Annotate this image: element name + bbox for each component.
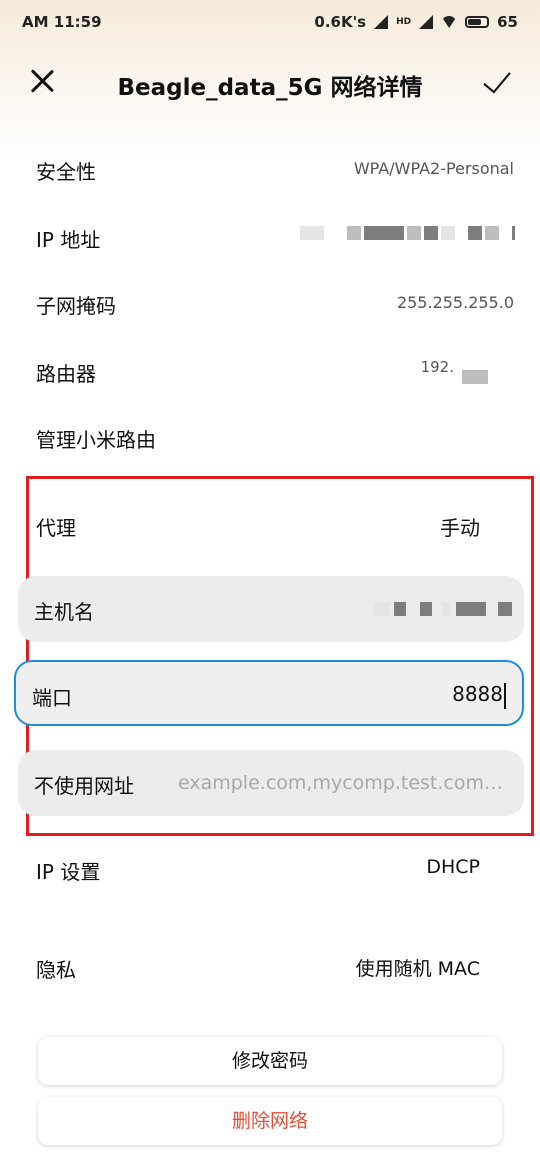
privacy-row[interactable]: 隐私 使用随机 MAC: [0, 948, 540, 988]
wifi-icon: [441, 16, 458, 28]
page-title: Beagle_data_5G 网络详情: [117, 75, 423, 101]
proxy-hostname-field[interactable]: 主机名: [18, 576, 524, 642]
status-time: AM 11:59: [22, 13, 102, 31]
port-label: 端口: [32, 686, 72, 710]
status-indicators: 0.6K's HD 65: [314, 13, 518, 31]
confirm-check-icon[interactable]: [482, 66, 514, 98]
battery-level: 65: [497, 13, 518, 31]
delete-network-button[interactable]: 删除网络: [38, 1097, 502, 1145]
manage-router-row[interactable]: 管理小米路由: [0, 418, 540, 458]
ip-address-redacted: [300, 226, 515, 240]
port-value-wrap: 8888: [452, 682, 506, 709]
title-bar: Beagle_data_5G 网络详情: [0, 54, 540, 114]
modify-password-button[interactable]: 修改密码: [38, 1037, 502, 1085]
privacy-label: 隐私: [36, 958, 76, 982]
proxy-mode-value[interactable]: 手动: [440, 512, 480, 541]
ip-address-row: IP 地址: [0, 218, 540, 258]
subnet-mask-value: 255.255.255.0: [396, 293, 514, 312]
router-value: 192.: [420, 358, 454, 376]
security-label: 安全性: [36, 160, 96, 184]
subnet-mask-row: 子网掩码 255.255.255.0: [0, 284, 540, 324]
bypass-placeholder: example.com,mycomp.test.com,localhost: [178, 772, 508, 794]
proxy-bypass-field[interactable]: 不使用网址 example.com,mycomp.test.com,localh…: [18, 750, 524, 816]
text-cursor: [504, 682, 506, 709]
ip-settings-label: IP 设置: [36, 860, 101, 884]
hd-icon: HD: [396, 17, 412, 27]
ip-settings-value: DHCP: [426, 856, 480, 878]
battery-icon: [465, 16, 490, 28]
signal-icon: [374, 15, 389, 29]
ip-address-label: IP 地址: [36, 228, 101, 252]
manage-router-label: 管理小米路由: [36, 428, 156, 452]
port-value: 8888: [452, 682, 503, 706]
signal-icon-2: [419, 15, 434, 29]
router-label: 路由器: [36, 362, 96, 386]
proxy-port-field[interactable]: 端口 8888: [14, 660, 524, 726]
hostname-label: 主机名: [34, 600, 94, 624]
security-value: WPA/WPA2-Personal: [353, 159, 514, 178]
status-bar: AM 11:59 0.6K's HD 65: [0, 0, 540, 44]
hostname-redacted: [374, 602, 512, 616]
network-speed: 0.6K's: [314, 13, 367, 31]
ip-settings-row[interactable]: IP 设置 DHCP: [0, 850, 540, 890]
router-redacted: [462, 370, 488, 384]
subnet-mask-label: 子网掩码: [36, 294, 116, 318]
bypass-label: 不使用网址: [34, 774, 134, 798]
privacy-value: 使用随机 MAC: [355, 958, 480, 980]
security-row: 安全性 WPA/WPA2-Personal: [0, 150, 540, 190]
proxy-label: 代理: [36, 516, 76, 540]
router-row: 路由器 192.: [0, 352, 540, 392]
